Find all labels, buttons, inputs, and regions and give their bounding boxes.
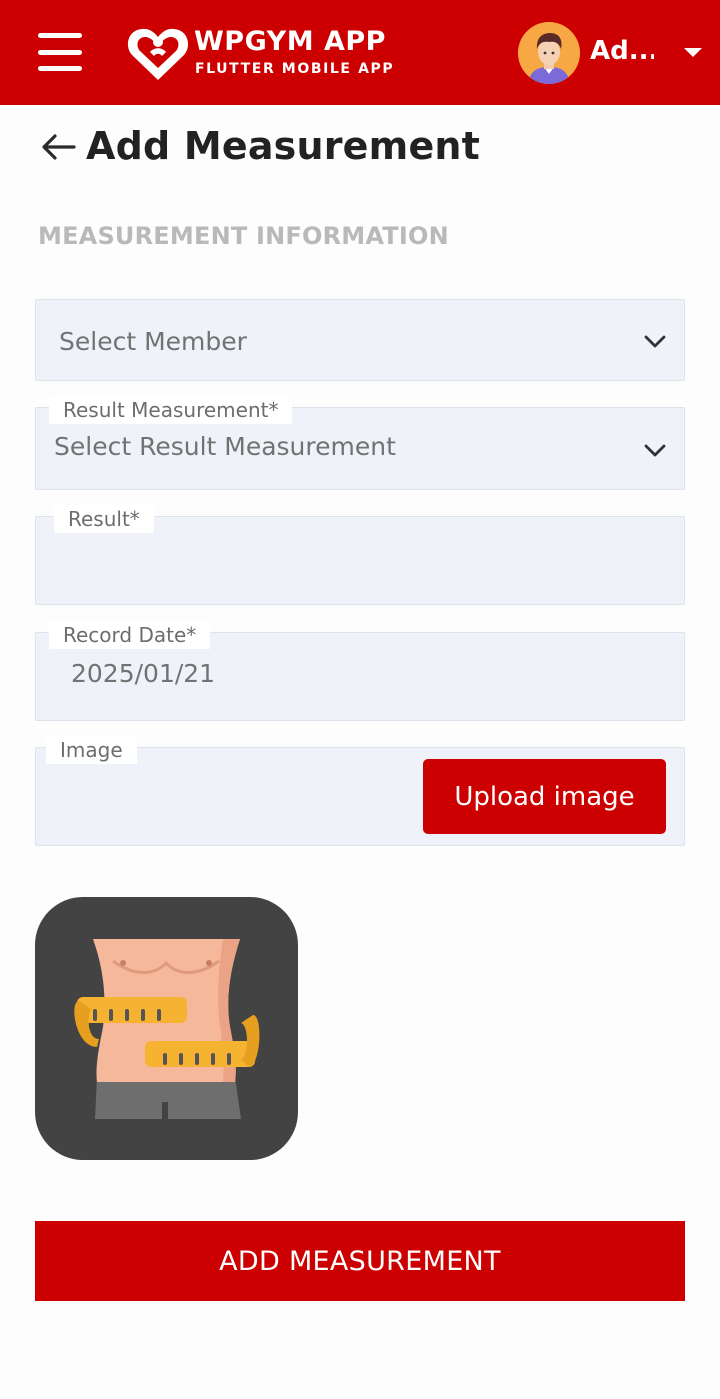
brand-title: WPGYM APP <box>194 26 386 57</box>
result-field[interactable]: Result* <box>35 505 685 605</box>
image-field: Image Upload image <box>35 736 685 846</box>
upload-image-button[interactable]: Upload image <box>423 759 666 834</box>
select-member-value: Select Member <box>59 327 247 356</box>
image-label: Image <box>46 736 137 764</box>
add-measurement-button[interactable]: ADD MEASUREMENT <box>35 1221 685 1301</box>
brand-logo: WPGYM APP FLUTTER MOBILE APP <box>126 22 396 84</box>
brand-subtitle: FLUTTER MOBILE APP <box>195 61 395 77</box>
avatar-icon <box>518 22 580 84</box>
page-title: Add Measurement <box>86 124 481 168</box>
menu-icon[interactable] <box>38 33 86 71</box>
chevron-down-icon <box>644 335 666 348</box>
record-date-label: Record Date* <box>49 621 211 649</box>
result-label: Result* <box>54 505 154 533</box>
caret-down-icon[interactable] <box>684 48 702 57</box>
result-measurement-value: Select Result Measurement <box>54 432 396 461</box>
record-date-field[interactable]: Record Date* 2025/01/21 <box>35 621 685 721</box>
record-date-value: 2025/01/21 <box>71 659 216 688</box>
back-arrow-icon[interactable] <box>38 126 78 166</box>
page-header: Add Measurement <box>38 120 480 172</box>
result-measurement-dropdown[interactable]: Result Measurement* Select Result Measur… <box>35 396 685 490</box>
section-label: MEASUREMENT INFORMATION <box>38 222 449 250</box>
profile-menu[interactable]: Ad... <box>518 22 708 84</box>
heart-logo-icon <box>127 28 189 80</box>
user-name: Ad... <box>590 36 654 66</box>
measurement-image <box>35 897 298 1160</box>
select-member-dropdown[interactable]: Select Member <box>35 299 685 381</box>
result-measurement-label: Result Measurement* <box>49 396 293 424</box>
chevron-down-icon <box>644 444 666 457</box>
app-bar: WPGYM APP FLUTTER MOBILE APP Ad... <box>0 0 720 105</box>
